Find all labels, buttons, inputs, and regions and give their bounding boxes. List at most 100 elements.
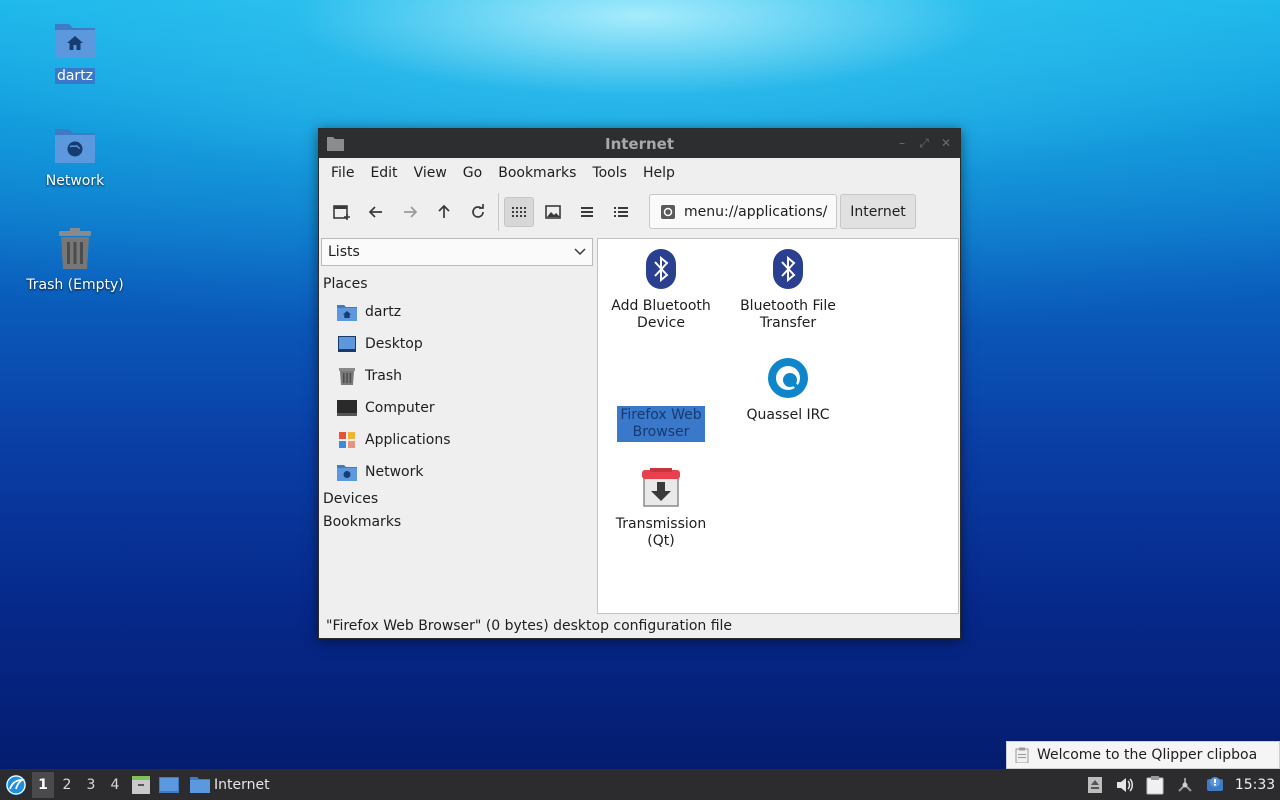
app-label: Bluetooth File Transfer — [740, 298, 836, 331]
toolbar-separator — [498, 193, 499, 231]
clock[interactable]: 15:33 — [1230, 777, 1280, 793]
close-button[interactable]: ✕ — [938, 135, 954, 151]
sidebar-item-desktop[interactable]: Desktop — [321, 328, 595, 360]
sidebar-item-label: Computer — [365, 400, 435, 416]
desktop-icon-trash[interactable]: Trash (Empty) — [15, 225, 135, 293]
volume-button[interactable] — [1110, 772, 1140, 798]
new-tab-button[interactable] — [327, 197, 357, 227]
trash-icon — [51, 225, 99, 273]
minimize-button[interactable]: – — [894, 135, 910, 151]
app-label: Transmission (Qt) — [615, 516, 707, 549]
lubuntu-logo-icon — [6, 774, 26, 795]
volume-icon — [1117, 777, 1133, 792]
desktop-icon-label: Network — [45, 173, 105, 189]
status-bar: "Firefox Web Browser" (0 bytes) desktop … — [319, 614, 960, 638]
update-notifier-button[interactable] — [1200, 772, 1230, 798]
file-manager-launcher[interactable] — [128, 772, 154, 798]
desktop-icon-label: Trash (Empty) — [26, 277, 124, 293]
computer-icon — [337, 398, 357, 418]
sidebar-item-label: Trash — [365, 368, 402, 384]
window-title: Internet — [604, 134, 675, 153]
menu-edit[interactable]: Edit — [362, 158, 405, 188]
location-icon — [661, 204, 675, 219]
sidebar-item-label: Network — [365, 464, 424, 480]
clipboard-icon — [1015, 747, 1029, 763]
forward-button[interactable] — [395, 197, 425, 227]
maximize-button[interactable]: ⤢ — [916, 135, 932, 151]
path-input[interactable]: menu://applications/ — [649, 194, 837, 229]
sidebar-heading-devices[interactable]: Devices — [321, 488, 595, 511]
clipboard-icon — [1146, 775, 1164, 794]
workspace-3[interactable]: 3 — [80, 772, 102, 798]
sidebar-item-label: dartz — [365, 304, 402, 320]
start-menu-button[interactable] — [2, 771, 30, 799]
network-icon — [1178, 777, 1192, 792]
menu-bar: File Edit View Go Bookmarks Tools Help — [319, 158, 960, 188]
sidebar-item-trash[interactable]: Trash — [321, 360, 595, 392]
firefox-icon — [637, 354, 685, 402]
eject-button[interactable] — [1080, 772, 1110, 798]
menu-view[interactable]: View — [406, 158, 455, 188]
taskbar: 1 2 3 4 Internet 15:33 — [0, 769, 1280, 800]
app-firefox-web-browser[interactable]: Firefox Web Browser — [599, 354, 723, 442]
list-icon — [581, 207, 593, 217]
app-bluetooth-file-transfer[interactable]: Bluetooth File Transfer — [726, 245, 850, 333]
file-cabinet-icon — [132, 775, 150, 794]
desktop-icon-home[interactable]: dartz — [15, 16, 135, 84]
arrow-right-icon — [404, 206, 418, 218]
desktop-icon-network[interactable]: Network — [15, 121, 135, 189]
toolbar: menu://applications/ Internet — [319, 188, 960, 236]
desktop-icon — [337, 334, 357, 354]
home-folder-icon — [337, 302, 357, 322]
workspace-2[interactable]: 2 — [56, 772, 78, 798]
window-titlebar[interactable]: Internet – ⤢ ✕ — [319, 129, 960, 158]
update-alert-icon — [1207, 776, 1223, 791]
path-text: menu://applications/ — [684, 203, 828, 220]
quassel-icon — [764, 354, 812, 402]
breadcrumb-internet[interactable]: Internet — [840, 194, 916, 229]
app-quassel-irc[interactable]: Quassel IRC — [726, 354, 850, 425]
sidebar-item-computer[interactable]: Computer — [321, 392, 595, 424]
transmission-icon — [637, 463, 685, 511]
up-button[interactable] — [429, 197, 459, 227]
icon-view-button[interactable] — [504, 197, 534, 227]
menu-help[interactable]: Help — [635, 158, 683, 188]
workspace-1[interactable]: 1 — [32, 771, 54, 798]
applications-icon — [337, 430, 357, 450]
menu-go[interactable]: Go — [455, 158, 490, 188]
app-label: Firefox Web Browser — [617, 406, 705, 442]
back-button[interactable] — [361, 197, 391, 227]
file-view[interactable]: Add Bluetooth Device Bluetooth File Tran… — [597, 238, 959, 614]
sidebar-heading-bookmarks[interactable]: Bookmarks — [321, 511, 595, 534]
file-manager-window: Internet – ⤢ ✕ File Edit View Go Bookmar… — [318, 128, 961, 639]
sidebar-item-label: Desktop — [365, 336, 423, 352]
sidebar-mode-value: Lists — [328, 244, 360, 260]
clipboard-tray-button[interactable] — [1140, 772, 1170, 798]
app-label: Add Bluetooth Device — [611, 298, 711, 331]
sidebar-item-label: Applications — [365, 432, 451, 448]
sidebar-item-dartz[interactable]: dartz — [321, 296, 595, 328]
app-label: Quassel IRC — [746, 407, 830, 423]
sidebar-item-network[interactable]: Network — [321, 456, 595, 488]
reload-button[interactable] — [463, 197, 493, 227]
compact-view-button[interactable] — [572, 197, 602, 227]
detailed-list-icon — [614, 207, 628, 217]
workspace-4[interactable]: 4 — [104, 772, 126, 798]
sidebar-mode-select[interactable]: Lists — [321, 238, 593, 266]
sidebar-item-applications[interactable]: Applications — [321, 424, 595, 456]
menu-file[interactable]: File — [323, 158, 362, 188]
menu-tools[interactable]: Tools — [584, 158, 635, 188]
network-tray-button[interactable] — [1170, 772, 1200, 798]
notification-popup[interactable]: Welcome to the Qlipper clipboa — [1006, 741, 1280, 769]
sidebar-heading-places[interactable]: Places — [321, 273, 595, 296]
bluetooth-icon — [637, 245, 685, 293]
taskbar-task-internet[interactable]: Internet — [186, 772, 274, 798]
app-add-bluetooth-device[interactable]: Add Bluetooth Device — [599, 245, 723, 333]
show-desktop-button[interactable] — [156, 772, 182, 798]
detailed-view-button[interactable] — [606, 197, 636, 227]
thumbnail-view-button[interactable] — [538, 197, 568, 227]
app-transmission-qt[interactable]: Transmission (Qt) — [599, 463, 723, 551]
arrow-up-icon — [438, 204, 450, 218]
bluetooth-icon — [764, 245, 812, 293]
menu-bookmarks[interactable]: Bookmarks — [490, 158, 584, 188]
